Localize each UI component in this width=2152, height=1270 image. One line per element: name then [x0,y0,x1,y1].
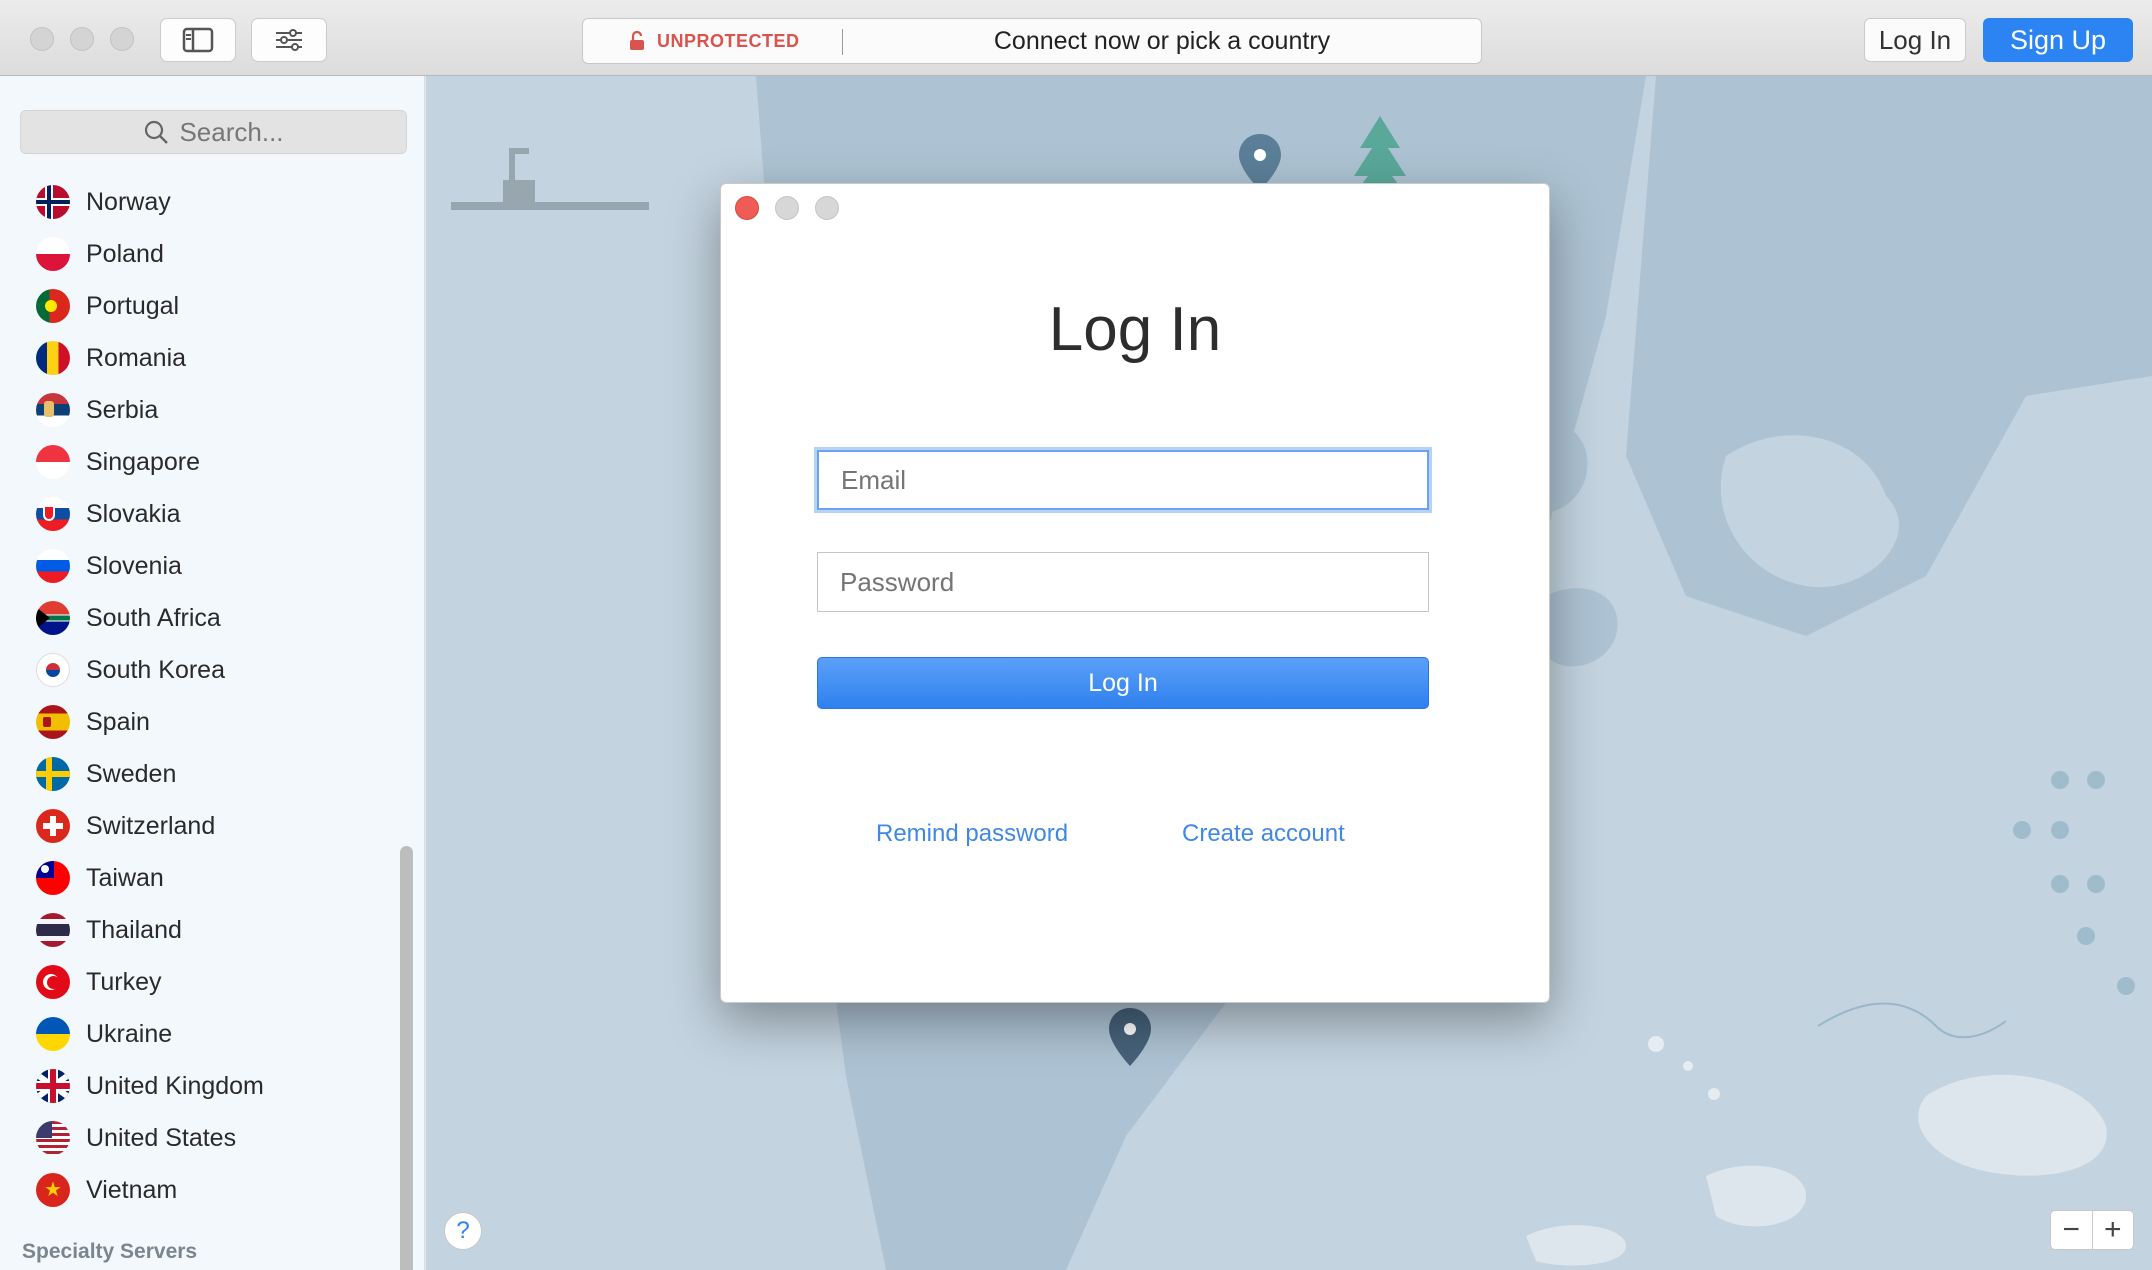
dialog-zoom-button[interactable] [815,196,839,220]
zoom-controls: − + [2050,1210,2134,1250]
south-africa-flag-icon [36,601,70,635]
country-label: Singapore [86,447,200,476]
list-item[interactable]: Norway [0,176,395,228]
country-label: South Korea [86,655,225,684]
country-label: Slovakia [86,499,181,528]
zoom-in-button[interactable]: + [2093,1211,2134,1249]
list-item[interactable]: Spain [0,696,395,748]
country-label: Norway [86,187,171,216]
list-item[interactable]: Sweden [0,748,395,800]
list-item[interactable]: Poland [0,228,395,280]
country-label: Spain [86,707,150,736]
list-item[interactable]: United States [0,1112,395,1164]
help-button[interactable]: ? [444,1212,482,1250]
country-label: Taiwan [86,863,164,892]
country-list: Norway Poland Portugal Romania Serbia Si… [0,176,395,1216]
country-label: Portugal [86,291,180,320]
sweden-flag-icon [36,757,70,791]
search-input[interactable]: Search... [20,110,407,154]
list-item[interactable]: United Kingdom [0,1060,395,1112]
window-minimize-button[interactable] [70,27,94,51]
list-item[interactable]: Portugal [0,280,395,332]
turkey-flag-icon [36,965,70,999]
location-pin-icon[interactable] [1106,1006,1154,1068]
dialog-close-button[interactable] [735,196,759,220]
remind-password-link[interactable]: Remind password [876,820,1068,848]
country-sidebar: Search... Norway Poland Portugal Romania [0,76,425,1270]
thailand-flag-icon [36,913,70,947]
vietnam-flag-icon: ★ [36,1173,70,1207]
country-label: Poland [86,239,164,268]
united-kingdom-flag-icon [36,1069,70,1103]
ukraine-flag-icon [36,1017,70,1051]
search-icon [145,120,169,144]
list-item[interactable]: South Africa [0,592,395,644]
switzerland-flag-icon [36,809,70,843]
singapore-flag-icon [36,445,70,479]
title-bar: UNPROTECTED Connect now or pick a countr… [0,0,2152,76]
slovakia-flag-icon [36,497,70,531]
country-label: Switzerland [86,811,216,840]
list-item[interactable]: Slovakia [0,488,395,540]
country-label: Ukraine [86,1019,173,1048]
login-dialog: Log In Log In Remind password Create acc… [720,183,1550,1003]
country-label: South Africa [86,603,221,632]
country-label: Romania [86,343,187,372]
slovenia-flag-icon [36,549,70,583]
list-item[interactable]: Turkey [0,956,395,1008]
country-label: Turkey [86,967,162,996]
list-item[interactable]: Romania [0,332,395,384]
country-label: Sweden [86,759,177,788]
password-field[interactable] [817,552,1429,612]
specialty-servers-heading: Specialty Servers [22,1240,198,1263]
taiwan-flag-icon [36,861,70,895]
list-item[interactable]: Switzerland [0,800,395,852]
zoom-out-button[interactable]: − [2051,1211,2093,1249]
search-placeholder: Search... [179,116,284,147]
list-item[interactable]: Serbia [0,384,395,436]
unlocked-icon [630,31,644,50]
romania-flag-icon [36,341,70,375]
dialog-title: Log In [1048,295,1222,364]
list-item[interactable]: ★ Vietnam [0,1164,395,1216]
list-item[interactable]: Ukraine [0,1008,395,1060]
submit-login-button[interactable]: Log In [817,657,1429,709]
country-label: Vietnam [86,1175,178,1204]
serbia-flag-icon [36,393,70,427]
south-korea-flag-icon [36,653,70,687]
sidebar-icon [182,27,214,53]
list-item[interactable]: Slovenia [0,540,395,592]
list-item[interactable]: South Korea [0,644,395,696]
united-states-flag-icon [36,1121,70,1155]
country-label: United Kingdom [86,1071,264,1100]
sidebar-toggle-button[interactable] [160,18,236,62]
spain-flag-icon [36,705,70,739]
settings-button[interactable] [251,18,327,62]
portugal-flag-icon [36,289,70,323]
list-item[interactable]: Singapore [0,436,395,488]
country-label: Slovenia [86,551,182,580]
list-item[interactable]: Taiwan [0,852,395,904]
dialog-minimize-button[interactable] [775,196,799,220]
country-label: Thailand [86,915,182,944]
create-account-link[interactable]: Create account [1182,820,1345,848]
list-item[interactable]: Thailand [0,904,395,956]
norway-flag-icon [36,185,70,219]
connection-status-label: UNPROTECTED [657,30,800,51]
sliders-icon [276,29,302,51]
window-close-button[interactable] [30,27,54,51]
login-button[interactable]: Log In [1864,18,1966,62]
email-field[interactable] [817,450,1429,510]
window-zoom-button[interactable] [110,27,134,51]
sidebar-scrollbar[interactable] [400,846,413,1270]
country-label: United States [86,1123,237,1152]
connect-prompt: Connect now or pick a country [993,26,1331,55]
connection-status-bar[interactable]: UNPROTECTED Connect now or pick a countr… [582,18,1482,64]
poland-flag-icon [36,237,70,271]
country-label: Serbia [86,395,159,424]
signup-button[interactable]: Sign Up [1983,18,2133,62]
